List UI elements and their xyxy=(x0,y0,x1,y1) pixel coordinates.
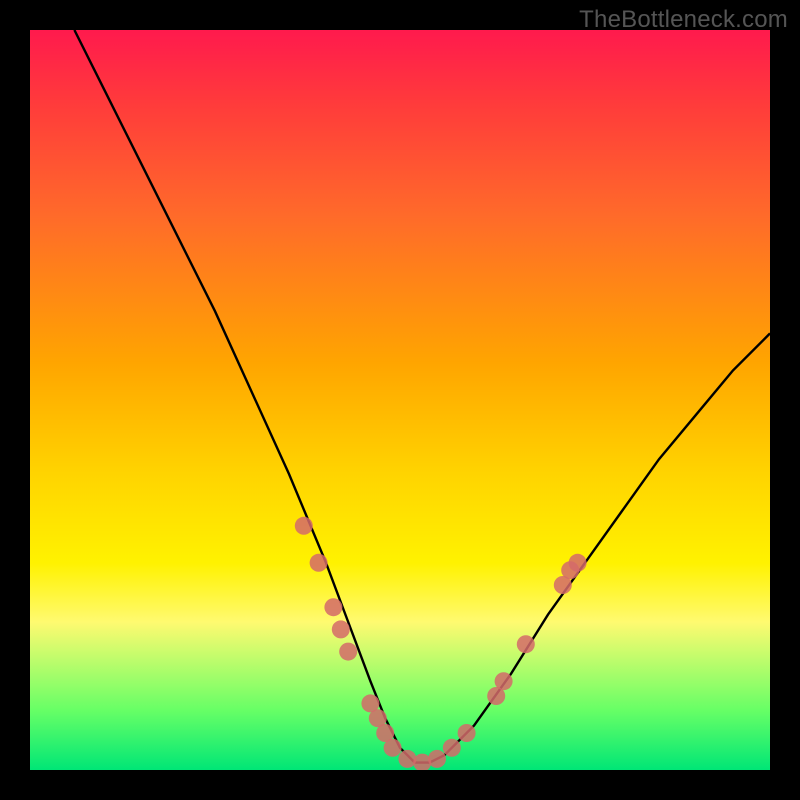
curve-marker xyxy=(495,672,513,690)
curve-marker xyxy=(384,739,402,757)
curve-marker xyxy=(443,739,461,757)
curve-marker xyxy=(458,724,476,742)
chart-frame xyxy=(30,30,770,770)
chart-svg xyxy=(30,30,770,770)
curve-marker xyxy=(310,554,328,572)
curve-marker xyxy=(569,554,587,572)
curve-marker xyxy=(332,620,350,638)
curve-marker xyxy=(517,635,535,653)
bottleneck-curve xyxy=(74,30,770,763)
watermark-text: TheBottleneck.com xyxy=(579,6,788,34)
curve-marker xyxy=(324,598,342,616)
curve-marker xyxy=(295,517,313,535)
curve-markers xyxy=(295,517,587,770)
curve-marker xyxy=(428,750,446,768)
curve-marker xyxy=(339,643,357,661)
